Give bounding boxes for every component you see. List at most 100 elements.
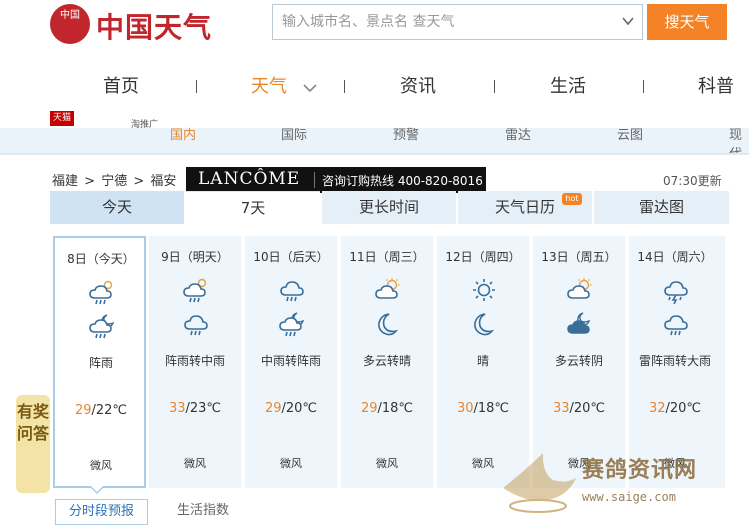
high-temp: 33 xyxy=(552,401,570,416)
day-wind: 微风 xyxy=(280,457,302,470)
day-wind: 微风 xyxy=(90,459,112,472)
taobao-ad-label[interactable]: 淘推广 xyxy=(131,117,158,130)
thunder-rain-icon xyxy=(662,276,690,304)
day-weather: 中雨转阵雨 xyxy=(260,354,321,368)
tmall-badge[interactable]: 天猫 xyxy=(50,111,74,126)
day-temperature: 29/22℃ xyxy=(55,403,147,418)
nav-item-home[interactable]: 首页 xyxy=(103,72,139,98)
day-date: 8日（今天） xyxy=(67,252,135,266)
breadcrumb: 福建 > 宁德 > 福安 xyxy=(52,170,178,189)
day-date: 10日（后天） xyxy=(253,250,329,264)
chevron-down-icon[interactable] xyxy=(620,13,636,29)
divider xyxy=(314,172,315,188)
day-temperature: 30/18℃ xyxy=(437,401,529,416)
night-shower-icon xyxy=(88,312,116,340)
tab-hourly-forecast[interactable]: 分时段预报 xyxy=(55,499,148,525)
high-temp: 29 xyxy=(74,403,92,418)
nav-divider xyxy=(494,80,495,93)
subnav-item-domestic[interactable]: 国内 xyxy=(170,124,196,143)
low-temp: /20℃ xyxy=(281,401,318,416)
day-temperature: 33/23℃ xyxy=(149,401,241,416)
lancome-ad[interactable]: LANCÔME 咨询订购热线 400-820-8016 xyxy=(186,167,486,193)
search-button[interactable]: 搜天气 xyxy=(647,4,727,40)
logo-seal-icon[interactable]: 中国 xyxy=(50,4,90,44)
day-temperature: 29/20℃ xyxy=(245,401,337,416)
nav-divider xyxy=(196,80,197,93)
day-temperature: 29/18℃ xyxy=(341,401,433,416)
main-nav: 首页 天气 资讯 生活 科普 xyxy=(0,66,749,106)
shower-icon xyxy=(88,278,116,306)
day-weather: 多云转晴 xyxy=(362,354,411,368)
day-date: 14日（周六） xyxy=(637,250,713,264)
moon-icon xyxy=(470,310,498,338)
sun-icon xyxy=(470,276,498,304)
breadcrumb-city[interactable]: 宁德 xyxy=(101,174,127,189)
low-temp: /23℃ xyxy=(185,401,222,416)
subnav-item-warning[interactable]: 预警 xyxy=(393,124,419,143)
subnav-item-modern[interactable]: 现代 xyxy=(729,124,749,154)
day-weather: 阵雨 xyxy=(88,356,113,370)
day-date: 11日（周三） xyxy=(349,250,425,264)
moon-icon xyxy=(374,310,402,338)
breadcrumb-separator: > xyxy=(84,174,96,189)
day-weather: 阵雨转中雨 xyxy=(164,354,225,368)
selected-pointer-icon xyxy=(90,486,104,494)
breadcrumb-separator: > xyxy=(133,174,145,189)
chevron-down-icon[interactable] xyxy=(302,82,318,94)
day-card[interactable]: 11日（周三） 多云转晴 29/18℃ 微风 xyxy=(341,236,433,488)
day-date: 13日（周五） xyxy=(541,250,617,264)
tab-calendar-label: 天气日历 xyxy=(494,198,555,216)
high-temp: 32 xyxy=(648,401,666,416)
forecast-tabs: 今天 7天 更长时间 天气日历 hot 雷达图 xyxy=(50,191,729,224)
nav-divider xyxy=(344,80,345,93)
high-temp: 33 xyxy=(168,401,186,416)
sub-nav-strip: 天猫 淘推广 国内 国际 预警 雷达 云图 现代 xyxy=(0,110,749,154)
partly-cloudy-icon xyxy=(566,276,594,304)
pigeon-logo-icon xyxy=(503,453,576,513)
breadcrumb-county: 福安 xyxy=(150,174,177,189)
tab-longer[interactable]: 更长时间 xyxy=(322,191,456,224)
day-card[interactable]: 10日（后天） 中雨转阵雨 29/20℃ 微风 xyxy=(245,236,337,488)
partly-cloudy-icon xyxy=(374,276,402,304)
night-cloudy-icon xyxy=(566,310,594,338)
subnav-item-radar[interactable]: 雷达 xyxy=(505,124,531,143)
high-temp: 30 xyxy=(456,401,474,416)
high-temp: 29 xyxy=(264,401,282,416)
nav-item-news[interactable]: 资讯 xyxy=(400,72,436,98)
day-temperature: 33/20℃ xyxy=(533,401,625,416)
day-date: 12日（周四） xyxy=(445,250,521,264)
rain-icon xyxy=(182,310,210,338)
tab-today[interactable]: 今天 xyxy=(50,191,184,224)
day-card[interactable]: 8日（今天） 阵雨 29/22℃ 微风 xyxy=(53,236,146,488)
nav-item-science[interactable]: 科普 xyxy=(698,72,734,98)
quiz-button[interactable]: 有奖问答 xyxy=(16,395,50,493)
tab-life-index[interactable]: 生活指数 xyxy=(168,499,238,525)
hot-badge: hot xyxy=(562,193,582,205)
site-logo[interactable]: 中国天气 xyxy=(96,6,212,46)
low-temp: /22℃ xyxy=(91,403,128,418)
nav-divider xyxy=(643,80,644,93)
day-date: 9日（明天） xyxy=(161,250,229,264)
low-temp: /20℃ xyxy=(665,401,702,416)
shower-icon xyxy=(182,276,210,304)
day-temperature: 32/20℃ xyxy=(629,401,721,416)
day-wind: 微风 xyxy=(376,457,398,470)
breadcrumb-province[interactable]: 福建 xyxy=(52,174,78,189)
rain-icon xyxy=(278,276,306,304)
nav-item-weather[interactable]: 天气 xyxy=(251,72,287,98)
nav-item-life[interactable]: 生活 xyxy=(550,72,586,98)
lancome-brand: LANCÔME xyxy=(198,169,301,189)
divider xyxy=(0,153,749,155)
tab-7day[interactable]: 7天 xyxy=(186,191,320,224)
day-weather: 多云转阴 xyxy=(554,354,603,368)
rain-icon xyxy=(662,310,690,338)
tab-radar[interactable]: 雷达图 xyxy=(594,191,729,224)
subnav-item-international[interactable]: 国际 xyxy=(281,124,307,143)
lancome-hotline: 咨询订购热线 400-820-8016 xyxy=(322,174,483,188)
day-card[interactable]: 9日（明天） 阵雨转中雨 33/23℃ 微风 xyxy=(149,236,241,488)
watermark: 赛鸽资讯网 www.saige.com xyxy=(498,448,718,514)
subnav-item-cloud[interactable]: 云图 xyxy=(617,124,643,143)
search-box xyxy=(272,4,643,40)
search-input[interactable] xyxy=(273,5,613,39)
high-temp: 29 xyxy=(360,401,378,416)
